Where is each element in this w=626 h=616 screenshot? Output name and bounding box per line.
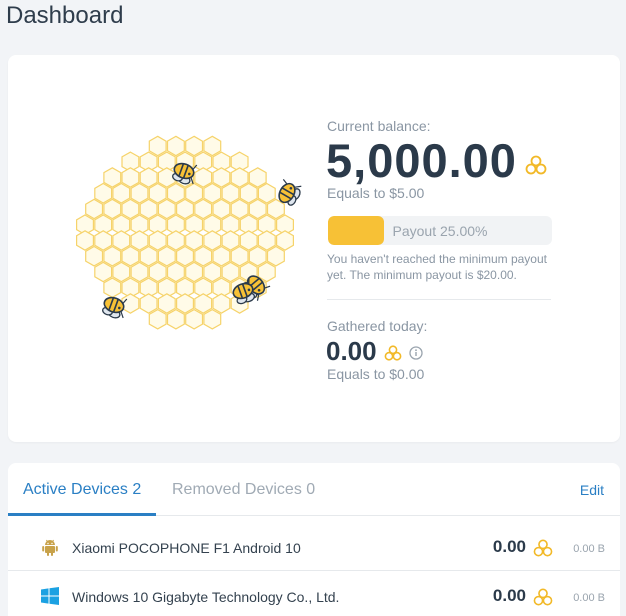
device-value: 0.00 [492,586,526,605]
honey-coin-icon [525,155,547,175]
balance-card: Current balance: 5,000.00 Equals to $5.0… [8,55,620,442]
honeycomb-illustration [76,135,302,330]
payout-note: You haven't reached the minimum payout y… [327,252,547,282]
gathered-today-equals: Equals to $0.00 [327,366,425,382]
honey-coin-icon [384,345,402,361]
honey-coin-icon [533,588,553,606]
tab-removed-devices[interactable]: Removed Devices 0 [172,481,315,499]
device-unit-value: 0.00 B [573,592,605,604]
device-row[interactable]: Xiaomi POCOPHONE F1 Android 10 0.00 0.00… [8,522,620,576]
android-icon [42,539,58,556]
balance-equals: Equals to $5.00 [327,185,425,201]
edit-devices-link[interactable]: Edit [580,482,604,498]
payout-progress-text: Payout 25.00% [392,222,488,239]
tab-active-devices[interactable]: Active Devices 2 [23,481,141,499]
gathered-today-label: Gathered today: [327,318,428,334]
devices-tabs: Active Devices 2 Removed Devices 0 Edit [8,463,620,516]
payout-progress-bar: Payout 25.00% [328,216,552,245]
honey-coin-icon [533,539,553,557]
gathered-today-value: 0.00 [326,335,377,366]
device-unit-value: 0.00 B [573,543,605,555]
device-value: 0.00 [492,537,526,556]
device-name: Windows 10 Gigabyte Technology Co., Ltd. [72,589,340,605]
device-row[interactable]: Windows 10 Gigabyte Technology Co., Ltd.… [8,570,620,616]
divider [327,299,551,300]
balance-value-row: 5,000.00 [326,132,547,188]
balance-value: 5,000.00 [326,133,517,187]
gathered-today-row: 0.00 [326,334,423,368]
active-tab-indicator [8,513,156,516]
page-title: Dashboard [6,2,124,29]
device-name: Xiaomi POCOPHONE F1 Android 10 [72,540,301,556]
devices-card: Active Devices 2 Removed Devices 0 Edit … [8,463,620,616]
windows-icon [41,587,59,605]
info-icon[interactable] [408,346,423,360]
